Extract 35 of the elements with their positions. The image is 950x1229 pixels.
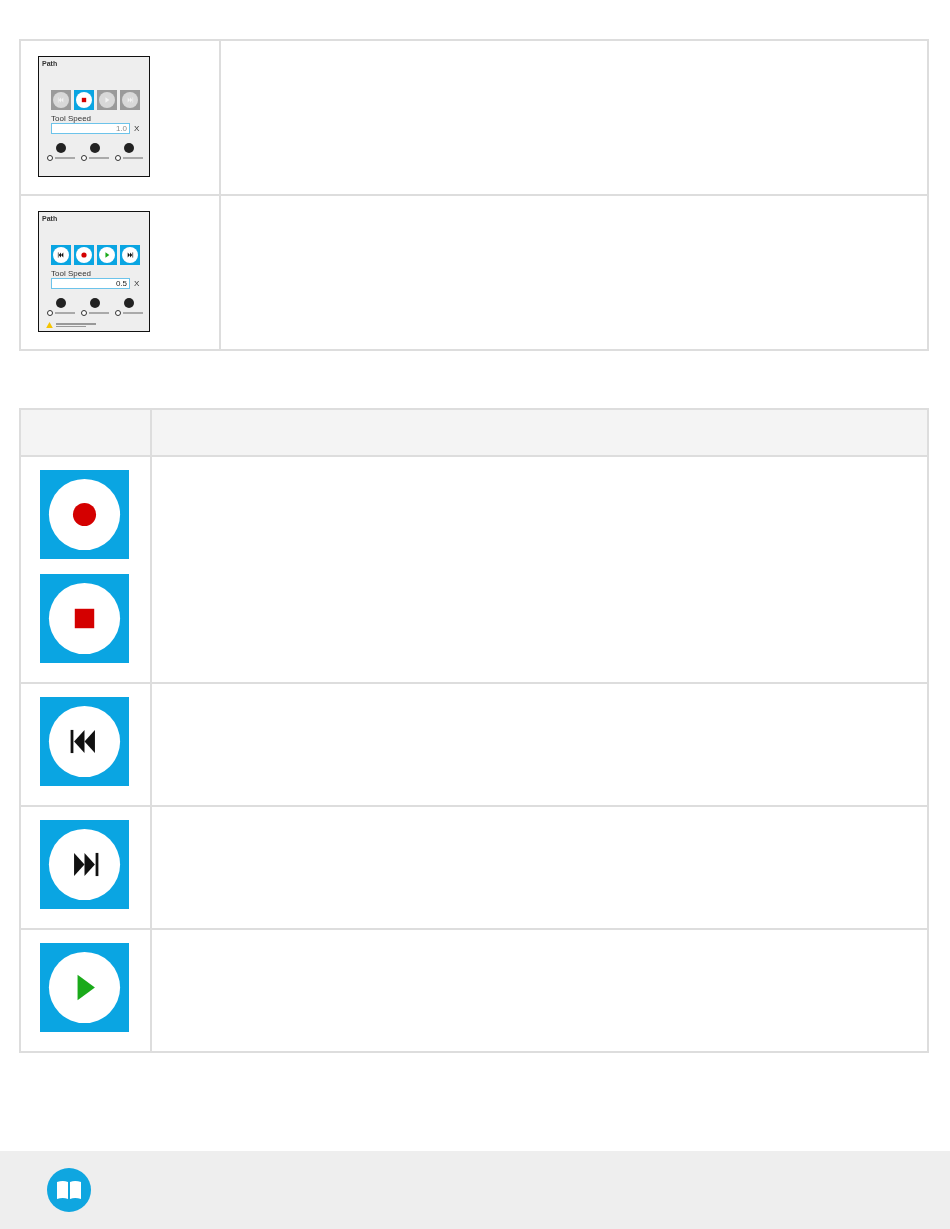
radio-button[interactable] [47, 310, 53, 316]
option-icon [124, 298, 134, 308]
option-label-line [123, 157, 143, 159]
option-label-line [89, 312, 109, 314]
field-label: Tool Speed [51, 114, 92, 123]
skip-back-icon [40, 697, 129, 786]
option-icon [90, 143, 100, 153]
radio-button[interactable] [47, 155, 53, 161]
radio-button[interactable] [81, 310, 87, 316]
option-label-line [89, 157, 109, 159]
option-icon [124, 143, 134, 153]
stop-icon [40, 574, 129, 663]
warning-text-lines [56, 322, 96, 327]
skip-back-icon[interactable] [51, 245, 71, 265]
play-icon [40, 943, 129, 1032]
book-icon [47, 1168, 91, 1212]
radio-button[interactable] [81, 155, 87, 161]
unit-label: X [134, 279, 140, 288]
radio-button[interactable] [115, 155, 121, 161]
option-label-line [55, 312, 75, 314]
play-icon[interactable] [97, 245, 117, 265]
record-icon [40, 470, 129, 559]
option-icon [56, 298, 66, 308]
option-icon [56, 143, 66, 153]
option-label-line [123, 312, 143, 314]
unit-label: X [134, 124, 140, 133]
speed-field[interactable]: 0.5 [51, 278, 130, 289]
option-icon [90, 298, 100, 308]
stop-icon[interactable] [74, 90, 94, 110]
skip-forward-icon [40, 820, 129, 909]
skip-forward-icon[interactable] [120, 245, 140, 265]
field-label: Tool Speed [51, 269, 92, 278]
radio-button[interactable] [115, 310, 121, 316]
record-icon[interactable] [74, 245, 94, 265]
option-label-line [55, 157, 75, 159]
